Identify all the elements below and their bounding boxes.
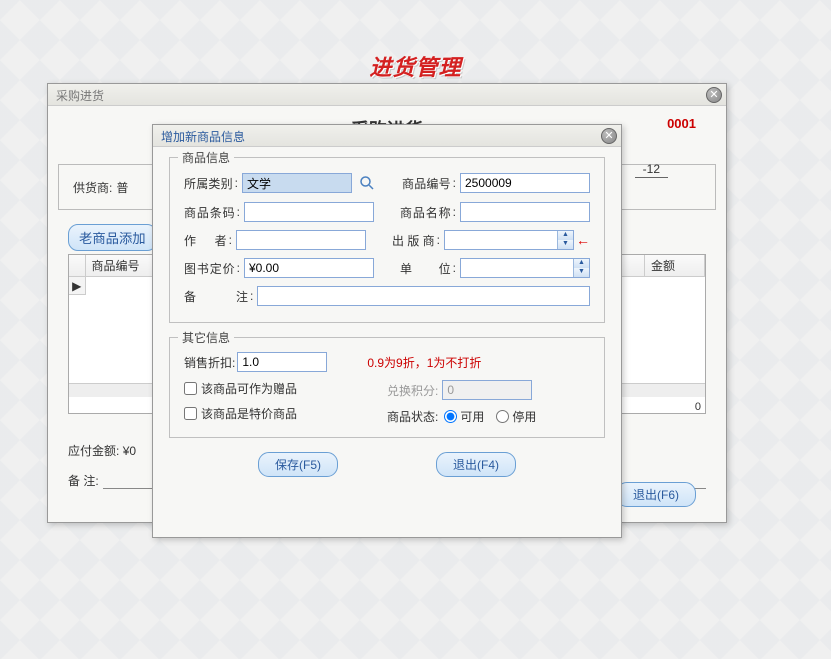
- other-info-group: 其它信息 销售折扣: 0.9为9折，1为不打折 该商品可作为赠品 该商品是特价商…: [169, 337, 605, 438]
- date-partial: -12: [635, 162, 668, 178]
- price-input[interactable]: [244, 258, 374, 278]
- publisher-label: 出 版 商: [392, 232, 435, 249]
- page-title: 进货管理: [0, 50, 831, 82]
- grid-header-amount[interactable]: 金额: [645, 255, 705, 277]
- category-input[interactable]: [242, 173, 352, 193]
- special-checkbox[interactable]: [184, 407, 197, 420]
- product-info-group-label: 商品信息: [178, 149, 234, 166]
- price-label: 图书定价: [184, 260, 235, 277]
- discount-hint: 0.9为9折，1为不打折: [367, 354, 481, 371]
- memo-label: 备 注:: [68, 472, 99, 489]
- product-info-group: 商品信息 所属类别: 商品编号: 商品条码: 商品名称: 作 者: 出 版: [169, 157, 605, 323]
- gift-checkbox-label: 该商品可作为赠品: [201, 380, 297, 397]
- close-icon[interactable]: ✕: [706, 87, 722, 103]
- status-label: 商品状态:: [387, 408, 438, 425]
- required-arrow-icon: ←: [576, 232, 590, 248]
- product-memo-label: 备 注: [184, 288, 248, 305]
- exit-main-button[interactable]: 退出(F6): [616, 482, 696, 507]
- status-available-radio[interactable]: 可用: [444, 408, 484, 425]
- order-number: 0001: [667, 116, 696, 131]
- publisher-combo[interactable]: [444, 230, 574, 250]
- purchase-window-title: 采购进货: [56, 89, 104, 103]
- name-input[interactable]: [460, 202, 590, 222]
- close-icon[interactable]: ✕: [601, 128, 617, 144]
- exit-dialog-button[interactable]: 退出(F4): [436, 452, 516, 477]
- supplier-value: 普: [116, 179, 128, 196]
- add-product-title: 增加新商品信息: [161, 130, 245, 144]
- discount-label: 销售折扣:: [184, 354, 235, 371]
- grid-row-count: 0: [695, 401, 701, 413]
- name-label: 商品名称: [400, 204, 451, 221]
- category-label: 所属类别: [184, 175, 233, 192]
- code-input[interactable]: [460, 173, 590, 193]
- add-old-goods-button[interactable]: 老商品添加: [68, 224, 157, 251]
- code-label: 商品编号: [402, 175, 451, 192]
- discount-input[interactable]: [237, 352, 327, 372]
- points-input: [442, 380, 532, 400]
- points-label: 兑换积分:: [387, 382, 438, 399]
- status-disabled-radio[interactable]: 停用: [496, 408, 536, 425]
- unit-spin[interactable]: ▲▼: [573, 259, 589, 277]
- author-label: 作 者: [184, 232, 227, 249]
- unit-label: 单 位: [400, 260, 451, 277]
- add-product-dialog: 增加新商品信息 ✕ 商品信息 所属类别: 商品编号: 商品条码: 商品名称:: [152, 124, 622, 538]
- other-info-group-label: 其它信息: [178, 329, 234, 346]
- add-product-titlebar[interactable]: 增加新商品信息 ✕: [153, 125, 621, 147]
- search-icon[interactable]: [358, 172, 376, 194]
- product-memo-input[interactable]: [257, 286, 590, 306]
- barcode-input[interactable]: [244, 202, 374, 222]
- grid-row-selector-header: [69, 255, 85, 277]
- pay-value: ¥0: [123, 444, 136, 458]
- author-input[interactable]: [236, 230, 366, 250]
- save-button[interactable]: 保存(F5): [258, 452, 338, 477]
- barcode-label: 商品条码: [184, 204, 235, 221]
- special-checkbox-label: 该商品是特价商品: [201, 405, 297, 422]
- supplier-label: 供货商:: [73, 179, 112, 196]
- gift-checkbox[interactable]: [184, 382, 197, 395]
- purchase-window-titlebar[interactable]: 采购进货 ✕: [48, 84, 726, 106]
- pay-label: 应付金额:: [68, 444, 119, 458]
- unit-combo[interactable]: [460, 258, 590, 278]
- publisher-spin[interactable]: ▲▼: [557, 231, 573, 249]
